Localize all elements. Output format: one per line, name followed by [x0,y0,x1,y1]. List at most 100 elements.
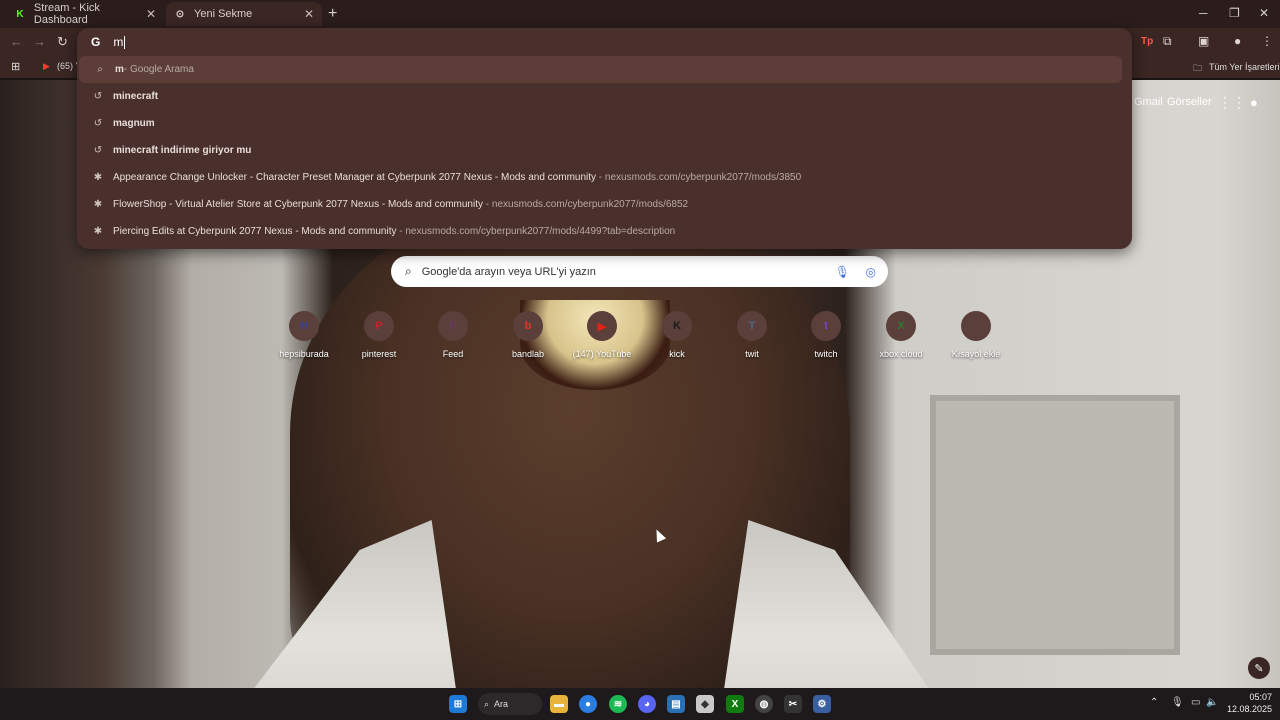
shortcut-tile[interactable]: Ttwit [716,311,788,359]
suggestion-url: nexusmods.com/cyberpunk2077/mods/3850 [604,172,802,183]
suggestion-match: m [113,145,122,156]
shortcut-label: bandlab [511,349,545,359]
shortcut-label: kick [669,349,685,359]
tab-title: Stream - Kick Dashboard [33,2,100,26]
gmail-link[interactable]: Gmail [1134,96,1163,108]
suggestion-rest: inecraft indirime giriyor mu [121,145,252,156]
shortcut-icon: H [289,311,319,341]
tab-strip: K Stream - Kick Dashboard ✕ ⊙ Yeni Sekme… [0,0,1280,28]
tab-kick-dashboard[interactable]: K Stream - Kick Dashboard ✕ [6,2,164,26]
code-editor-icon[interactable]: ▤ [667,695,685,713]
shortcut-tile[interactable]: Hhepsiburada [268,311,340,359]
shortcut-label: twit [745,349,759,359]
apps-grid-icon[interactable]: ⊞ [11,60,20,73]
settings-icon[interactable]: ⚙ [813,695,831,713]
shortcut-label: Kısayol ekle [951,349,1001,359]
omnibox-suggestion[interactable]: ✱ Piercing Edits at Cyberpunk 2077 Nexus … [77,218,1132,245]
shortcut-label: Feed [442,349,464,359]
close-icon[interactable]: ✕ [146,7,156,21]
tab-title: Yeni Sekme [194,8,253,20]
forward-icon[interactable]: → [33,34,46,49]
shortcut-tile[interactable]: Kkick [641,311,713,359]
suggestion-url: nexusmods.com/cyberpunk2077/mods/6852 [491,199,689,210]
images-link[interactable]: Görseller [1167,96,1212,108]
menu-kebab-icon[interactable]: ⋮ [1261,34,1273,48]
steam-icon[interactable]: ◍ [755,695,773,713]
nexus-icon: ✱ [93,199,103,210]
restore-icon[interactable]: ❐ [1229,6,1240,20]
omnibox-suggestion[interactable]: ✱ FlowerShop - Virtual Atelier Store at C… [77,191,1132,218]
system-clock[interactable]: 05:07 12.08.2025 [1222,691,1272,715]
search-icon: ⌕ [97,64,103,75]
suggestion-rest: - Google Arama [123,64,194,75]
extensions-icon[interactable]: ⧉ [1163,34,1172,49]
shortcut-tile[interactable]: Ppinterest [343,311,415,359]
google-icon: G [91,35,101,49]
nexus-icon: ✱ [93,172,103,183]
taskbar-search[interactable]: ⌕ Ara [478,693,542,715]
nexus-icon: ✱ [93,226,103,237]
profile-avatar-icon[interactable]: ● [1234,34,1241,48]
xbox-icon[interactable]: X [726,695,744,713]
customize-pencil-icon[interactable]: ✎ [1248,657,1270,679]
suggestion-match: m [115,64,124,75]
minimize-icon[interactable]: ─ [1199,6,1208,20]
microphone-icon[interactable]: 🎙 [1171,697,1184,708]
volume-icon[interactable]: 🔈 [1206,697,1218,708]
chrome-taskbar-icon[interactable]: ● [579,695,597,713]
omnibox-suggestion[interactable]: ↺ m inecraft indirime giriyor mu [77,137,1132,164]
kick-icon: K [16,8,24,20]
suggestion-title: FlowerShop - Virtual Atelier Store at Cy… [113,199,483,210]
search-icon: ⌕ [484,698,490,709]
clock-time: 05:07 [1249,692,1272,702]
suggestion-match: m [113,91,122,102]
all-bookmarks[interactable]: Tüm Yer İşaretleri [1209,62,1280,72]
capcut-icon[interactable]: ✂ [784,695,802,713]
omnibox-suggestion[interactable]: ↺ m inecraft [77,83,1132,110]
omnibox-suggestion[interactable]: ✱ Appearance Change Unlocker - Character … [77,164,1132,191]
suggestion-separator: - [596,172,605,183]
side-panel-icon[interactable]: ▣ [1198,34,1209,48]
back-icon[interactable]: ← [10,34,23,49]
reload-icon[interactable]: ↻ [57,34,68,50]
close-icon[interactable]: ✕ [304,7,314,21]
google-apps-icon[interactable]: ⋮⋮ [1218,94,1246,111]
google-lens-icon[interactable]: ◎ [866,265,876,279]
tab-new-tab[interactable]: ⊙ Yeni Sekme ✕ [166,2,322,26]
discord-icon[interactable]: ◕ [638,695,656,713]
microphone-icon[interactable]: 🎙 [835,265,850,279]
tray-chevron-icon[interactable]: ⌃ [1150,697,1158,708]
shortcut-tile[interactable]: R Feed [417,311,489,359]
shortcut-label: pinterest [361,349,397,359]
shortcut-icon: P [364,311,394,341]
shortcut-tile[interactable]: t twitch [790,311,862,359]
omnibox-suggestion[interactable]: ↺ m agnum [77,110,1132,137]
shortcut-tile[interactable]: b bandlab [492,311,564,359]
wallpaper-door [930,395,1180,655]
shortcut-tile[interactable]: Xxbox cloud [865,311,937,359]
spotify-icon[interactable]: ≋ [609,695,627,713]
suggestion-title: Piercing Edits at Cyberpunk 2077 Nexus -… [113,226,397,237]
history-icon: ↺ [93,91,103,102]
taskbar-search-label: Ara [494,699,509,709]
account-avatar[interactable]: ● [1250,95,1258,110]
omnibox-suggestion[interactable]: ⌕ m - Google Arama [79,56,1122,83]
new-tab-button[interactable]: + [328,5,337,23]
text-caret [124,35,126,49]
display-icon[interactable]: ▭ [1191,697,1200,708]
address-bar[interactable]: G m [77,28,1132,56]
extension-tp-icon[interactable]: Tp [1141,36,1153,47]
address-bar-query: m [113,35,124,49]
clock-date: 12.08.2025 [1226,704,1272,714]
app-icon[interactable]: ◆ [696,695,714,713]
windows-start-icon[interactable]: ⊞ [449,695,467,713]
shortcut-tile[interactable]: ▶ (147) YouTube [566,311,638,359]
suggestion-match: m [113,118,122,129]
search-icon: ⌕ [405,264,412,278]
file-explorer-icon[interactable]: ▬ [550,695,568,713]
shortcut-icon: ▶ [587,311,617,341]
window-close-icon[interactable]: ✕ [1259,6,1269,20]
shortcut-icon: K [662,311,692,341]
shortcut-tile[interactable]: + Kısayol ekle [940,311,1012,359]
ntp-search-box[interactable]: ⌕ Google'da arayın veya URL'yi yazın 🎙 ◎ [391,256,888,287]
